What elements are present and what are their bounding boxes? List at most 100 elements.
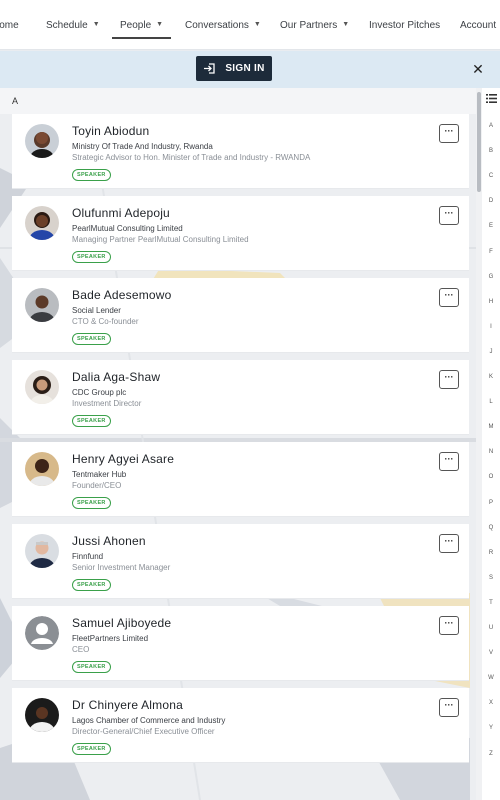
person-role: Investment Director [72,399,142,408]
more-options-button[interactable]: ··· [439,206,459,225]
alphabet-index-letter[interactable]: Q [482,525,500,531]
alphabet-index-letter[interactable]: G [482,274,500,280]
nav-item-label: Account [460,19,497,31]
avatar[interactable] [25,288,59,322]
alphabet-index-letter[interactable]: S [482,575,500,581]
person-card[interactable]: Toyin Abiodun Ministry Of Trade And Indu… [12,114,469,189]
person-role: CEO [72,645,90,654]
nav-item-home[interactable]: Home [0,0,19,50]
sign-in-icon [204,63,215,74]
alphabet-index-letter[interactable]: K [482,374,500,380]
list-view-icon[interactable] [486,94,497,103]
person-card[interactable]: Dr Chinyere Almona Lagos Chamber of Comm… [12,688,469,763]
more-options-button[interactable]: ··· [439,124,459,143]
person-card[interactable]: Samuel Ajiboyede FleetPartners Limited C… [12,606,469,681]
person-role: Director-General/Chief Executive Officer [72,727,215,736]
person-name[interactable]: Olufunmi Adepoju [72,206,170,220]
alphabet-index-letter[interactable]: U [482,625,500,631]
more-options-button[interactable]: ··· [439,288,459,307]
avatar[interactable] [25,206,59,240]
nav-item-schedule[interactable]: Schedule ▼ [46,0,100,50]
sign-in-banner: SIGN IN ✕ [0,51,500,88]
speaker-badge: SPEAKER [72,415,111,427]
person-role: Senior Investment Manager [72,563,171,572]
close-icon[interactable]: ✕ [470,60,486,78]
avatar[interactable] [25,534,59,568]
alphabet-index-letter[interactable]: B [482,148,500,154]
more-options-button[interactable]: ··· [439,534,459,553]
person-name[interactable]: Bade Adesemowo [72,288,172,302]
person-card[interactable]: Dalia Aga-Shaw CDC Group plc Investment … [12,360,469,435]
nav-item-people[interactable]: People ▼ [111,0,172,50]
alphabet-index-letter[interactable]: I [482,324,500,330]
person-card[interactable]: Bade Adesemowo Social Lender CTO & Co-fo… [12,278,469,353]
person-name[interactable]: Toyin Abiodun [72,124,149,138]
nav-item-conversations[interactable]: Conversations ▼ [185,0,261,50]
avatar[interactable] [25,698,59,732]
person-name[interactable]: Dalia Aga-Shaw [72,370,160,384]
alphabet-index-letter[interactable]: X [482,700,500,706]
person-organization: Finnfund [72,552,104,561]
nav-item-investor-pitches[interactable]: Investor Pitches [369,0,440,50]
chevron-down-icon: ▼ [156,20,164,28]
alphabet-index-letter[interactable]: P [482,500,500,506]
alphabet-index-letter[interactable]: E [482,223,500,229]
avatar[interactable] [25,452,59,486]
alphabet-index-letter[interactable]: Y [482,725,500,731]
avatar[interactable] [25,124,59,158]
speaker-badge: SPEAKER [72,251,111,263]
alphabet-index-letter[interactable]: F [482,249,500,255]
nav-item-label: Conversations [185,19,249,31]
person-role: Founder/CEO [72,481,122,490]
alphabet-index-letter[interactable]: A [482,123,500,129]
alphabet-index-letter[interactable]: M [482,424,500,430]
alphabet-index-letter[interactable]: R [482,550,500,556]
person-organization: Tentmaker Hub [72,470,127,479]
person-name[interactable]: Dr Chinyere Almona [72,698,183,712]
person-name[interactable]: Samuel Ajiboyede [72,616,171,630]
speaker-badge: SPEAKER [72,497,111,509]
alphabet-index-letter[interactable]: T [482,600,500,606]
nav-item-our-partners[interactable]: Our Partners ▼ [280,0,349,50]
person-name[interactable]: Henry Agyei Asare [72,452,174,466]
person-card[interactable]: Jussi Ahonen Finnfund Senior Investment … [12,524,469,599]
speaker-badge: SPEAKER [72,579,111,591]
person-organization: CDC Group plc [72,388,127,397]
person-card[interactable]: Henry Agyei Asare Tentmaker Hub Founder/… [12,442,469,517]
scrollbar-thumb[interactable] [477,92,481,192]
alphabet-index-letter[interactable]: D [482,198,500,204]
more-options-button[interactable]: ··· [439,698,459,717]
speaker-badge: SPEAKER [72,661,111,673]
sign-in-button[interactable]: SIGN IN [196,56,272,81]
nav-item-label: Schedule [46,19,88,31]
more-options-button[interactable]: ··· [439,452,459,471]
nav-item-label: People [120,19,152,31]
person-organization: Social Lender [72,306,121,315]
alphabet-index-letter[interactable]: L [482,399,500,405]
default-user-icon[interactable] [25,616,59,650]
chevron-down-icon: ▼ [342,20,350,28]
person-card[interactable]: Olufunmi Adepoju PearlMutual Consulting … [12,196,469,271]
nav-item-label: Home [0,19,19,31]
person-organization: Ministry Of Trade And Industry, Rwanda [72,142,213,151]
person-name[interactable]: Jussi Ahonen [72,534,146,548]
alphabet-index-letter[interactable]: C [482,173,500,179]
alphabet-index-letter[interactable]: J [482,349,500,355]
more-options-button[interactable]: ··· [439,370,459,389]
alphabet-index-letter[interactable]: N [482,449,500,455]
alphabet-index-letter[interactable]: H [482,299,500,305]
nav-item-account[interactable]: Account ▼ [460,0,500,50]
person-role: Managing Partner PearlMutual Consulting … [72,235,249,244]
nav-item-label: Our Partners [280,19,338,31]
nav-item-label: Investor Pitches [369,19,441,31]
speaker-badge: SPEAKER [72,169,111,181]
person-organization: FleetPartners Limited [72,634,149,643]
person-role: Strategic Advisor to Hon. Minister of Tr… [72,153,311,162]
alphabet-index-letter[interactable]: O [482,474,500,480]
chevron-down-icon: ▼ [92,20,100,28]
alphabet-index-letter[interactable]: V [482,650,500,656]
alphabet-index-letter[interactable]: W [482,675,500,681]
avatar[interactable] [25,370,59,404]
more-options-button[interactable]: ··· [439,616,459,635]
alphabet-index-letter[interactable]: Z [482,751,500,757]
